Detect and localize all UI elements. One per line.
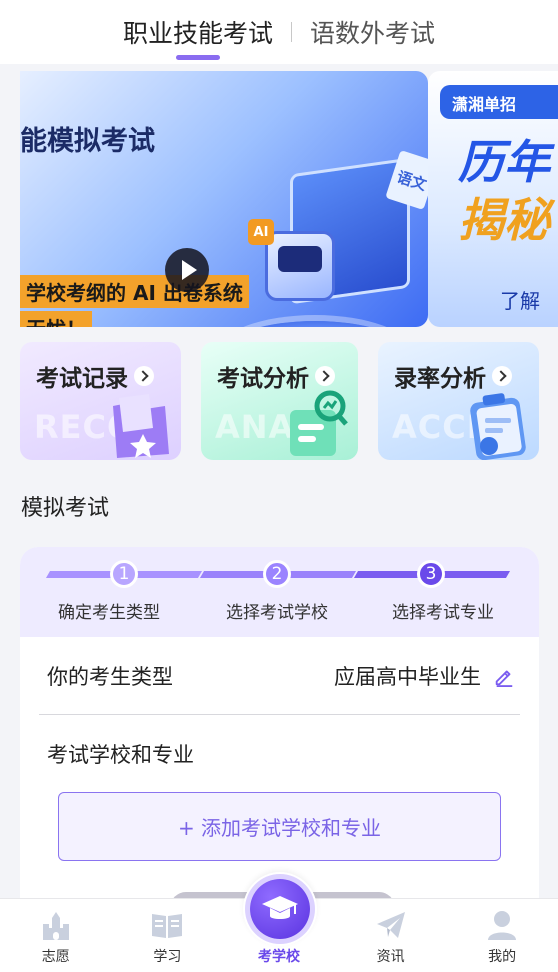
step-2-dot: 2 [263,560,291,588]
step-2-label: 选择考试学校 [226,603,328,623]
banner-next-more: 了解 [500,289,540,313]
divider [39,714,520,715]
folder-star-icon [113,394,169,458]
edit-icon[interactable] [493,665,515,687]
candidate-type-label: 你的考生类型 [47,665,173,689]
card-exam-analysis[interactable]: 考试分析 ANAL [201,342,358,460]
banner-next-title-2: 揭秘 [458,193,550,247]
castle-icon [42,912,69,940]
banner-carousel-slide[interactable]: 能模拟考试 AI 语文 学校考纲的 AI 出卷系统 无忧！ [20,71,428,327]
step-3-dot: 3 [417,560,445,588]
nav-label: 资讯 [376,949,405,965]
banner-title: 能模拟考试 [20,126,155,157]
section-title: 模拟考试 [21,496,110,521]
chevron-right-icon [492,366,512,386]
clipboard-chart-icon [470,393,526,460]
banner-next-title-1: 历年 [458,135,550,189]
card-admission-rate[interactable]: 录率分析 ACCE [378,342,539,460]
nav-center-button[interactable] [243,872,317,946]
nav-item-profile[interactable]: 我的 [446,899,558,972]
tab-vocational-exam[interactable]: 职业技能考试 [105,0,291,64]
book-icon [152,914,183,938]
nav-label: 志愿 [41,949,70,965]
banner-robot-face [278,246,322,272]
candidate-type-value[interactable]: 应届高中毕业生 [334,661,515,691]
nav-item-study[interactable]: 学习 [112,899,224,972]
banner-strip-2: 无忧！ [20,311,92,327]
school-major-label: 考试学校和专业 [47,743,194,767]
add-school-major-button[interactable]: + 添加考试学校和专业 [58,792,501,861]
top-tab-bar: 职业技能考试 语数外考试 [0,0,558,64]
chevron-right-icon [134,366,154,386]
banner-next-slide[interactable]: 潇湘单招 历年 揭秘 了解 [428,71,558,327]
play-icon[interactable] [165,248,209,292]
step-progress: 1 2 3 确定考生类型 选择考试学校 选择考试专业 [20,547,539,637]
nav-center-inner [250,879,310,939]
card-exam-records[interactable]: 考试记录 RECO [20,342,181,460]
banner-strip-1: 学校考纲的 AI 出卷系统 [20,275,249,308]
step-3-label: 选择考试专业 [392,603,494,623]
chevron-right-icon [315,366,335,386]
magnifier-chart-icon [290,390,348,456]
step-1-label: 确定考生类型 [58,603,160,623]
banner-platform-graphic [225,321,405,327]
nav-item-volunteer[interactable]: 志愿 [0,899,112,972]
nav-label: 我的 [488,949,517,965]
nav-label: 学习 [153,949,182,965]
ai-badge: AI [248,219,274,245]
graduation-cap-icon [262,896,298,919]
paper-plane-icon [376,912,405,938]
mock-exam-panel: 1 2 3 确定考生类型 选择考试学校 选择考试专业 你的考生类型 应届高中毕业… [20,547,539,907]
nav-label: 考学校 [257,949,300,965]
tab-language-exam[interactable]: 语数外考试 [292,0,453,64]
nav-item-news[interactable]: 资讯 [335,899,447,972]
user-icon [488,911,517,940]
step-1-dot: 1 [110,560,138,588]
banner-next-badge: 潇湘单招 [440,85,558,119]
candidate-type-text: 应届高中毕业生 [334,665,481,689]
